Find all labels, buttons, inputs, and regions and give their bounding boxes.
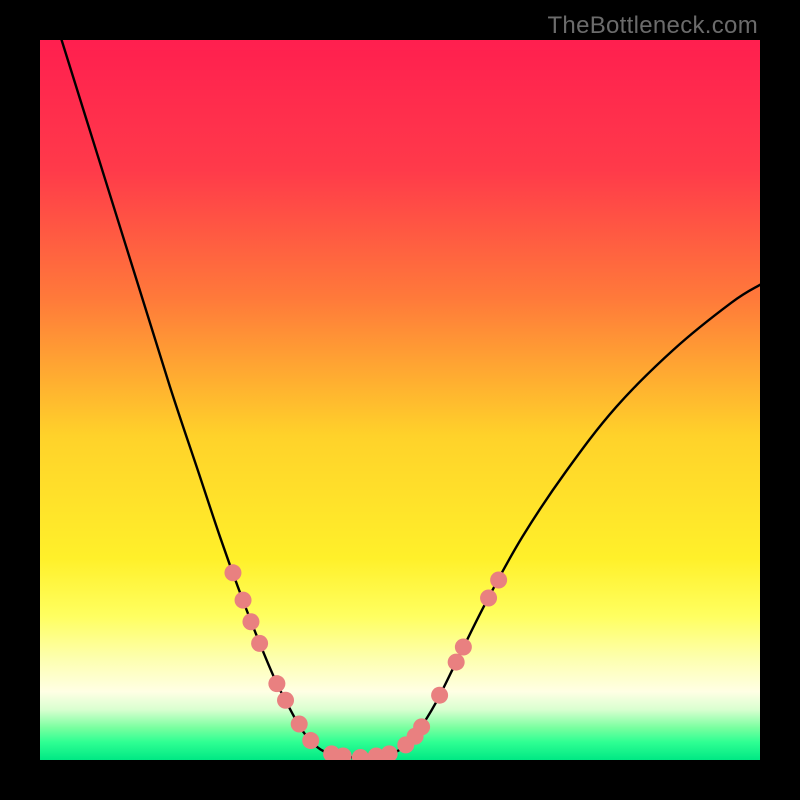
dot-marker (455, 638, 472, 655)
dot-marker (490, 572, 507, 589)
bottleneck-curve (62, 40, 760, 758)
dot-marker (413, 718, 430, 735)
chart-frame: TheBottleneck.com (0, 0, 800, 800)
watermark-text: TheBottleneck.com (547, 12, 758, 40)
dot-marker (480, 590, 497, 607)
dot-marker (251, 635, 268, 652)
dot-marker (235, 592, 252, 609)
dot-marker (302, 732, 319, 749)
dot-marker (431, 687, 448, 704)
dot-marker (242, 613, 259, 630)
dot-marker (448, 654, 465, 671)
curve-layer (40, 40, 760, 760)
dot-marker (268, 675, 285, 692)
dot-marker (224, 564, 241, 581)
dot-marker (291, 716, 308, 733)
dot-marker (352, 749, 369, 760)
dot-marker (277, 692, 294, 709)
dot-marker (381, 745, 398, 760)
plot-area (40, 40, 760, 760)
